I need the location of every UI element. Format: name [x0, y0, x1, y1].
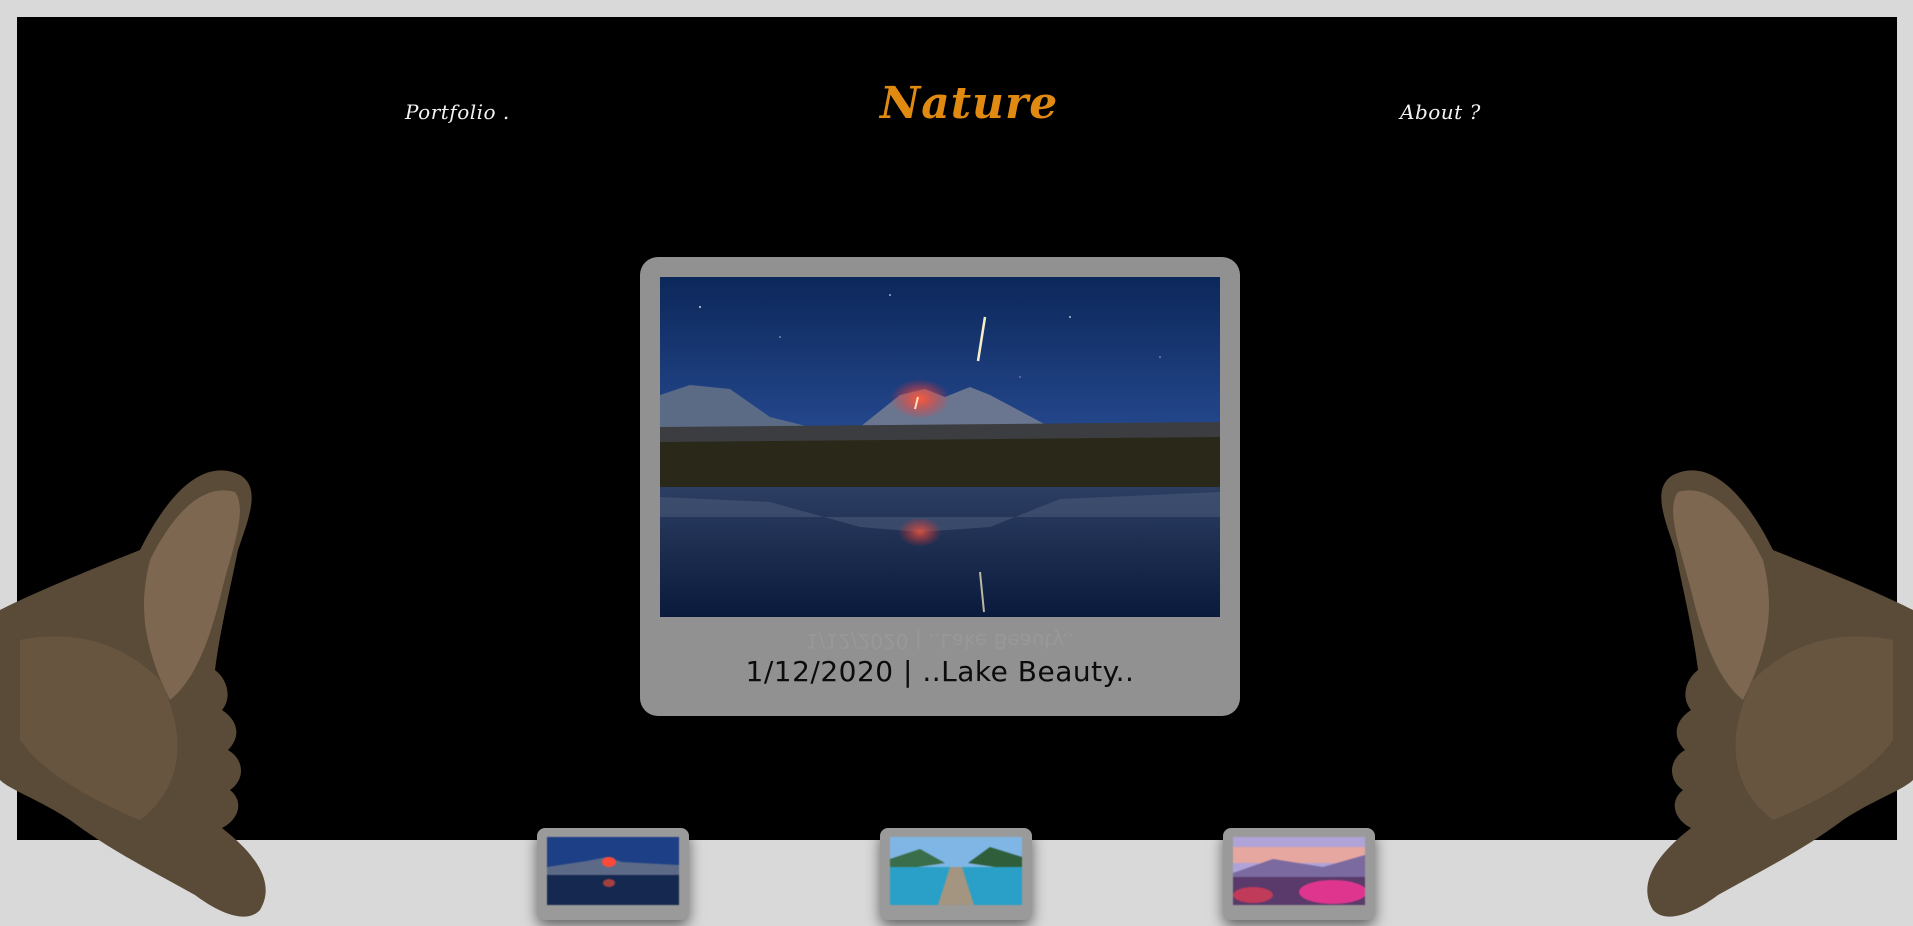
right-hand-decoration — [1647, 470, 1913, 917]
page: Portfolio . Nature About ? 1/12/2020 | .… — [0, 0, 1913, 926]
featured-photo-card: 1/12/2020 | ..Lake Beauty.. 1/12/2020 | … — [640, 257, 1240, 716]
thumbnail-image — [1233, 837, 1365, 905]
featured-caption: 1/12/2020 | ..Lake Beauty.. — [745, 655, 1135, 688]
nav-portfolio-link[interactable]: Portfolio . — [405, 100, 510, 124]
thumbnail-volcano-lake[interactable] — [537, 828, 689, 920]
nav-about-link[interactable]: About ? — [1400, 100, 1481, 124]
brand-logo: Nature — [880, 78, 1059, 129]
thumbnail-image — [890, 837, 1022, 905]
thumbnail-pier-lake[interactable] — [880, 828, 1032, 920]
thumbnail-pink-flower-valley[interactable] — [1223, 828, 1375, 920]
caption-reflection: 1/12/2020 | ..Lake Beauty.. — [805, 629, 1075, 653]
featured-photo[interactable] — [660, 277, 1220, 617]
left-hand-decoration — [0, 470, 266, 917]
thumbnail-image — [547, 837, 679, 905]
